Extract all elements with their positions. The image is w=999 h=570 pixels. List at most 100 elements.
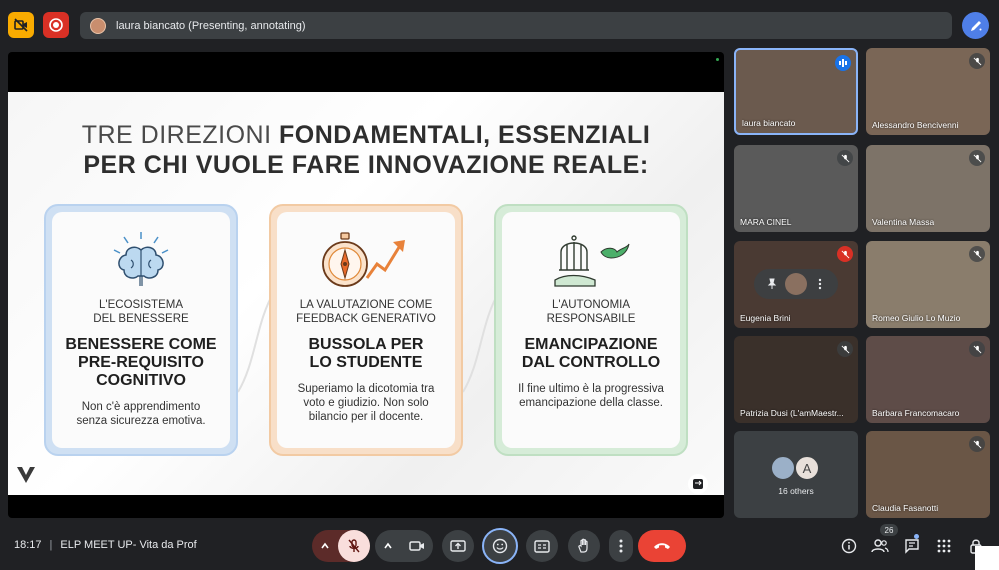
participant-name: MARA CINEL xyxy=(740,217,792,227)
connection-dot xyxy=(716,58,719,61)
audio-wave-icon xyxy=(839,59,847,67)
participant-avatar: A xyxy=(794,455,820,481)
others-count-label: 16 others xyxy=(778,486,814,496)
participant-tile[interactable]: MARA CINEL xyxy=(734,145,858,232)
participant-tile[interactable]: Patrizia Dusi (L'amMaestr... xyxy=(734,336,858,423)
chat-button[interactable] xyxy=(902,536,922,556)
info-icon xyxy=(841,538,857,554)
mic-off-icon xyxy=(348,539,360,553)
birdcage-icon xyxy=(554,235,630,287)
hand-icon xyxy=(578,538,588,553)
video-camera-icon xyxy=(409,541,424,551)
meeting-details-button[interactable] xyxy=(839,536,859,556)
mic-off-icon xyxy=(973,440,981,448)
emoji-icon xyxy=(492,538,508,554)
participant-avatar xyxy=(770,455,796,481)
chevron-up-icon xyxy=(321,542,329,549)
present-screen-icon xyxy=(450,540,466,552)
captions-icon xyxy=(534,539,550,553)
annotate-button[interactable] xyxy=(962,12,989,39)
people-icon xyxy=(871,539,889,553)
more-options-icon[interactable] xyxy=(814,278,826,290)
tile-hover-controls xyxy=(754,269,838,299)
hang-up-icon xyxy=(654,543,670,549)
recording-indicator[interactable] xyxy=(43,12,69,38)
mic-off-icon xyxy=(973,250,981,258)
card-benessere: L'ECOSISTEMA DEL BENESSERE BENESSERE COME… xyxy=(44,204,238,456)
participant-name: Alessandro Bencivenni xyxy=(872,120,959,130)
compass-icon xyxy=(322,232,405,287)
chevron-up-icon xyxy=(384,542,392,549)
participant-name: Patrizia Dusi (L'amMaestr... xyxy=(740,408,844,418)
mic-off-icon xyxy=(841,154,849,162)
apps-grid-icon xyxy=(937,539,951,553)
screen-corner-artifact xyxy=(975,546,999,570)
people-count-badge: 26 xyxy=(880,524,898,536)
participant-name: Romeo Giulio Lo Muzio xyxy=(872,313,961,323)
mic-off-icon xyxy=(841,345,849,353)
participant-tile[interactable]: laura biancato xyxy=(734,48,858,135)
mic-control-group xyxy=(312,530,370,562)
participant-name: Valentina Massa xyxy=(872,217,935,227)
meeting-name: ELP MEET UP- Vita da Prof xyxy=(60,539,197,551)
camera-off-indicator[interactable] xyxy=(8,12,34,38)
participant-tile[interactable]: Romeo Giulio Lo Muzio xyxy=(866,241,990,328)
camera-toggle-button[interactable] xyxy=(401,530,433,562)
video-off-icon xyxy=(14,18,28,32)
presenter-avatar xyxy=(90,17,106,34)
participant-tile[interactable]: Valentina Massa xyxy=(866,145,990,232)
switch-view-button[interactable] xyxy=(688,474,708,494)
participant-tile[interactable]: Barbara Francomacaro xyxy=(866,336,990,423)
presentation-stage: TRE DIREZIONI FONDAMENTALI, ESSENZIALI P… xyxy=(8,52,724,518)
mic-off-icon xyxy=(973,345,981,353)
brain-icon xyxy=(113,232,169,286)
participant-name: Claudia Fasanotti xyxy=(872,503,939,513)
presenter-bar: laura biancato (Presenting, annotating) xyxy=(80,12,952,39)
participant-tile[interactable]: Claudia Fasanotti xyxy=(866,431,990,518)
speaking-indicator xyxy=(835,55,851,71)
more-vert-icon xyxy=(619,539,623,553)
pin-icon[interactable] xyxy=(766,278,778,290)
present-screen-button[interactable] xyxy=(442,530,474,562)
more-options-button[interactable] xyxy=(609,530,633,562)
card-autonomia: L'AUTONOMIA RESPONSABILE EMANCIPAZIONE DAL… xyxy=(494,204,688,456)
activities-button[interactable] xyxy=(934,536,954,556)
mic-off-icon xyxy=(973,57,981,65)
swap-icon xyxy=(693,479,703,489)
camera-control-group xyxy=(375,530,433,562)
people-button[interactable] xyxy=(870,536,890,556)
captions-button[interactable] xyxy=(526,530,558,562)
card-valutazione: LA VALUTAZIONE COME FEEDBACK GENERATIVO B… xyxy=(269,204,463,456)
slide: TRE DIREZIONI FONDAMENTALI, ESSENZIALI P… xyxy=(8,92,724,495)
chat-icon xyxy=(905,539,919,554)
mic-off-icon xyxy=(973,154,981,162)
participant-avatar xyxy=(784,273,807,295)
participant-name: Eugenia Brini xyxy=(740,313,791,323)
audio-options-button[interactable] xyxy=(312,541,338,551)
mic-toggle-button[interactable] xyxy=(338,530,370,562)
brand-logo-icon xyxy=(17,467,35,483)
pen-icon xyxy=(970,20,981,31)
others-tile[interactable]: A 16 others xyxy=(734,431,858,518)
record-icon xyxy=(49,18,63,32)
participant-name: laura biancato xyxy=(742,118,796,128)
mic-off-indicator xyxy=(969,436,985,452)
slide-title: TRE DIREZIONI FONDAMENTALI, ESSENZIALI P… xyxy=(81,121,651,179)
reactions-button[interactable] xyxy=(482,528,518,564)
mic-off-indicator xyxy=(969,150,985,166)
presenter-status-text: laura biancato (Presenting, annotating) xyxy=(116,19,306,32)
leave-call-button[interactable] xyxy=(638,530,686,562)
mic-off-indicator xyxy=(969,53,985,69)
participant-tile[interactable]: Eugenia Brini xyxy=(734,241,858,328)
mic-off-indicator xyxy=(837,341,853,357)
participant-tile[interactable]: Alessandro Bencivenni xyxy=(866,48,990,135)
divider: | xyxy=(49,539,53,551)
clock-time: 18:17 xyxy=(14,539,42,551)
mic-off-indicator xyxy=(837,150,853,166)
mic-off-indicator xyxy=(969,341,985,357)
mic-off-indicator xyxy=(837,246,853,262)
raise-hand-button[interactable] xyxy=(568,530,600,562)
mic-off-indicator xyxy=(969,246,985,262)
mic-off-icon xyxy=(841,250,849,258)
video-options-button[interactable] xyxy=(375,541,401,551)
